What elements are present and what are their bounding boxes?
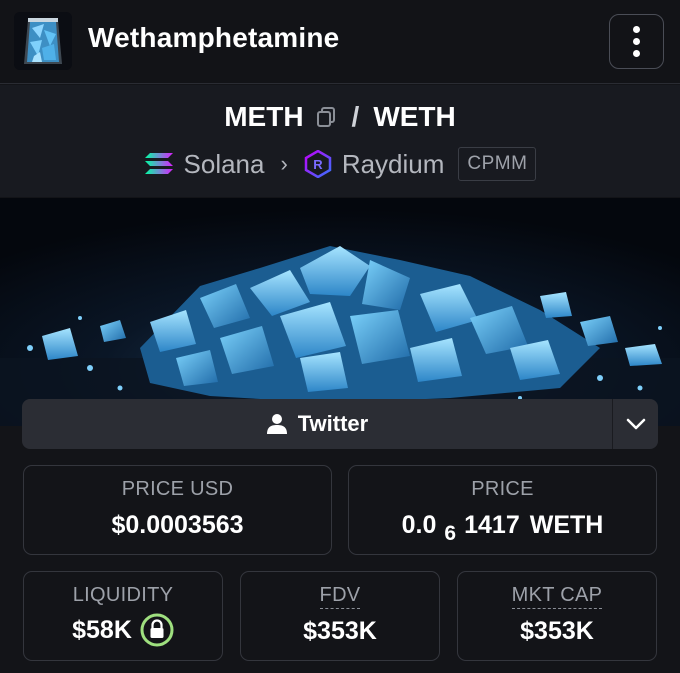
social-links-bar: Twitter (22, 399, 658, 449)
liquidity-label: LIQUIDITY (72, 584, 174, 606)
fdv-label[interactable]: FDV (319, 584, 361, 609)
svg-text:R: R (313, 157, 323, 172)
more-menu-button[interactable] (609, 14, 664, 69)
pair-info: METH / WETH Solana › R Raydium CPMM (0, 85, 680, 197)
liquidity-value: $58K (72, 615, 132, 644)
price-usd-card: PRICE USD $0.0003563 (23, 465, 332, 555)
dex-pair-page: Wethamphetamine METH / WETH Solana › R R… (0, 0, 680, 673)
pair-title: METH / WETH (0, 101, 680, 133)
more-vertical-icon-dot-2 (633, 38, 640, 45)
more-socials-dropdown[interactable] (612, 399, 658, 449)
price-native-card: PRICE 0.0 6 1417 WETH (348, 465, 657, 555)
token-banner-image (0, 198, 680, 426)
twitter-label: Twitter (297, 411, 369, 436)
base-token-symbol: METH (224, 101, 304, 132)
market-cap-value: $353K (520, 617, 594, 645)
chain-link[interactable]: Solana (184, 149, 265, 180)
price-usd-value: $0.0003563 (111, 511, 244, 539)
market-cap-value-row: $353K (458, 617, 656, 646)
twitter-button[interactable]: Twitter (22, 399, 612, 449)
market-cap-label[interactable]: MKT CAP (511, 584, 603, 609)
solana-icon (144, 153, 173, 174)
price-label: PRICE (471, 478, 534, 500)
raydium-icon: R (304, 150, 332, 178)
more-vertical-icon (633, 26, 640, 33)
fdv-value-row: $353K (241, 617, 439, 646)
liquidity-card: LIQUIDITY $58K (23, 571, 223, 661)
lock-icon[interactable] (140, 613, 174, 647)
price-usd-label: PRICE USD (121, 478, 234, 500)
price-usd-value-row: $0.0003563 (24, 511, 331, 540)
liquidity-value-row: $58K (24, 613, 222, 647)
market-cap-card: MKT CAP $353K (457, 571, 657, 661)
dex-link[interactable]: Raydium (342, 149, 445, 180)
chevron-right-icon: › (280, 151, 288, 176)
price-prefix: 0.0 (401, 511, 437, 539)
price-zero-count: 6 (444, 521, 457, 545)
more-vertical-icon-dot-3 (633, 50, 640, 57)
chain-dex-breadcrumb: Solana › R Raydium CPMM (0, 147, 680, 181)
quote-token-symbol: WETH (373, 101, 456, 132)
fdv-card: FDV $353K (240, 571, 440, 661)
pool-type-badge: CPMM (458, 147, 537, 181)
copy-icon[interactable] (314, 105, 338, 129)
price-native-value: 0.0 6 1417 WETH (349, 511, 656, 545)
token-header: Wethamphetamine (0, 0, 680, 84)
token-logo (14, 12, 72, 70)
price-unit: WETH (529, 511, 604, 539)
user-icon (266, 414, 287, 434)
token-name: Wethamphetamine (88, 22, 340, 53)
chevron-down-icon (626, 418, 645, 430)
fdv-value: $353K (303, 617, 377, 645)
price-digits: 1417 (464, 511, 520, 539)
pair-separator: / (351, 101, 360, 132)
